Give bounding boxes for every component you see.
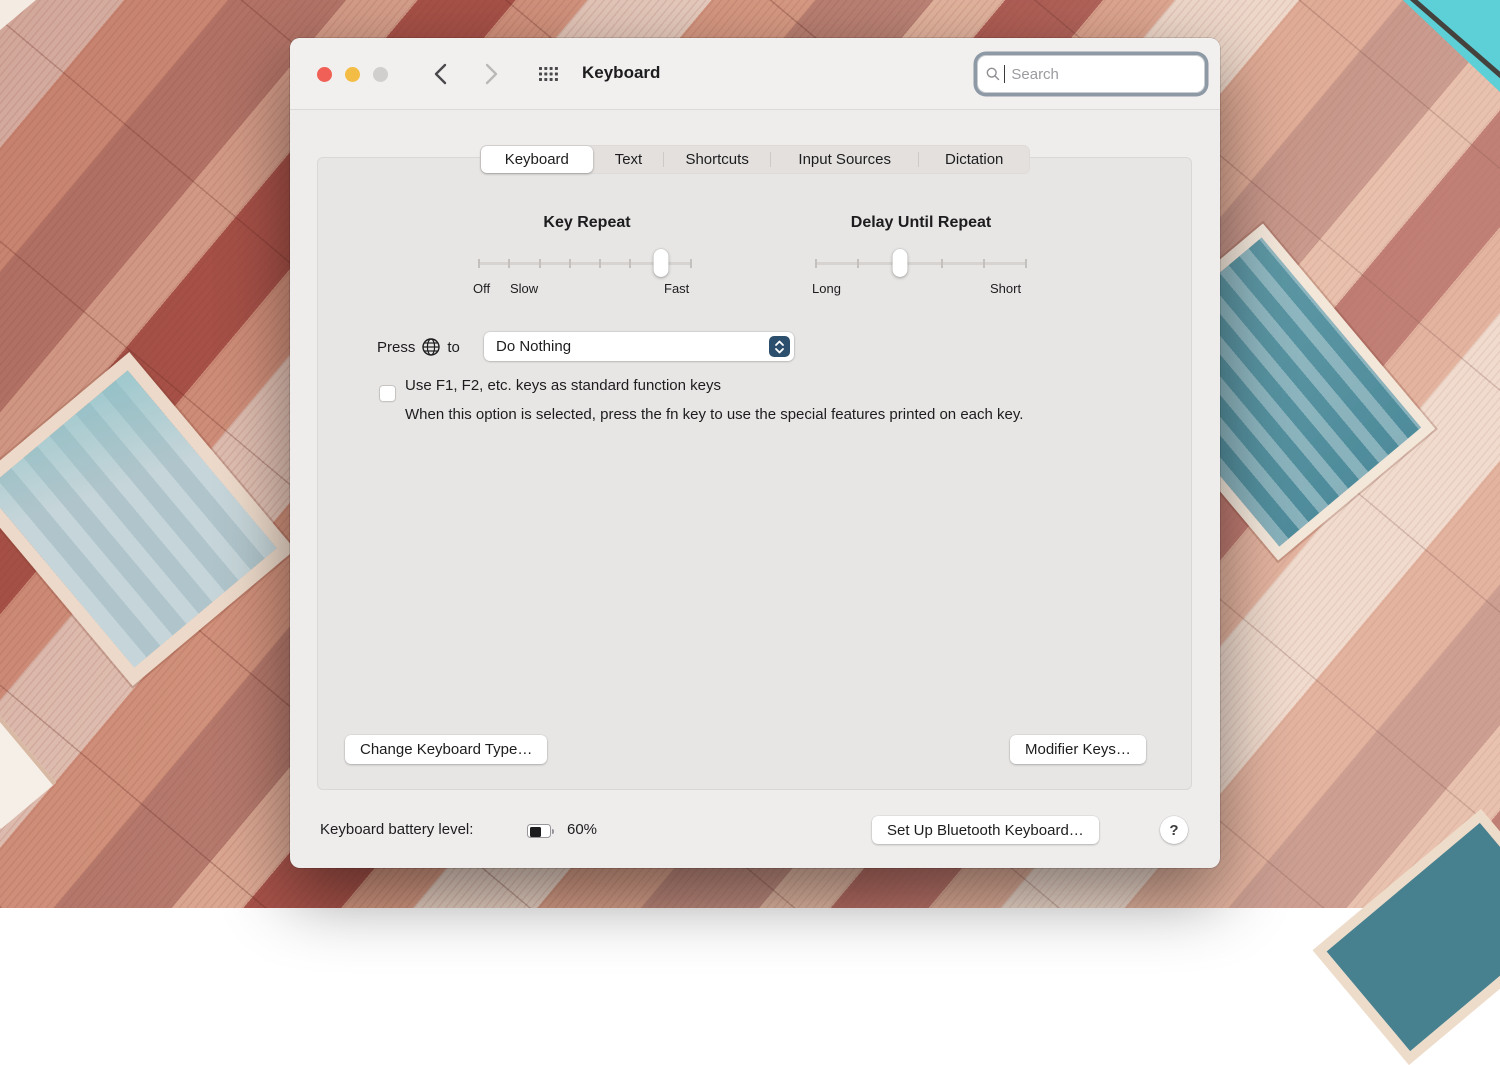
slider-tick xyxy=(569,259,571,268)
change-keyboard-type-button[interactable]: Change Keyboard Type… xyxy=(345,735,547,764)
slider-tick xyxy=(539,259,541,268)
setup-bluetooth-keyboard-button[interactable]: Set Up Bluetooth Keyboard… xyxy=(872,816,1099,844)
slider-tick xyxy=(478,259,480,268)
minimize-button[interactable] xyxy=(345,67,360,82)
key-repeat-slider[interactable] xyxy=(479,249,691,277)
slider-tick xyxy=(599,259,601,268)
press-globe-to-label: Press to xyxy=(377,337,460,357)
search-field[interactable] xyxy=(977,55,1205,93)
slider-tick xyxy=(629,259,631,268)
search-input[interactable] xyxy=(1011,66,1196,83)
fn-keys-checkbox[interactable] xyxy=(379,385,396,402)
key-repeat-off-label: Off xyxy=(473,281,490,296)
keyboard-panel: Key Repeat Delay Until Repeat Off Slow F… xyxy=(317,157,1192,790)
battery-fill xyxy=(530,827,541,837)
tab-label: Text xyxy=(615,151,643,168)
text-cursor xyxy=(1004,65,1005,83)
tab-label: Input Sources xyxy=(798,151,891,168)
tab-label: Shortcuts xyxy=(685,151,748,168)
background-window-glass xyxy=(1327,823,1500,1051)
press-label: Press xyxy=(377,339,415,356)
modifier-keys-button[interactable]: Modifier Keys… xyxy=(1010,735,1146,764)
popup-stepper-icon xyxy=(769,336,790,357)
slider-tick xyxy=(508,259,510,268)
fn-keys-checkbox-label: Use F1, F2, etc. keys as standard functi… xyxy=(405,377,721,394)
globe-action-popup-button[interactable]: Do Nothing xyxy=(484,332,794,361)
slider-tick xyxy=(815,259,817,268)
popup-selected-value: Do Nothing xyxy=(496,338,571,355)
delay-until-repeat-slider[interactable] xyxy=(816,249,1026,277)
delay-long-label: Long xyxy=(812,281,841,296)
background-window-corner-se xyxy=(1313,809,1500,1065)
slider-tick xyxy=(941,259,943,268)
to-label: to xyxy=(447,339,460,356)
keyboard-preferences-window: Keyboard Keyboard Text Shortcuts Input S… xyxy=(290,38,1220,868)
preference-tabs: Keyboard Text Shortcuts Input Sources Di… xyxy=(480,145,1030,174)
tab-text[interactable]: Text xyxy=(594,145,664,174)
key-repeat-slider-thumb[interactable] xyxy=(653,249,668,277)
delay-short-label: Short xyxy=(990,281,1021,296)
search-icon xyxy=(986,66,1000,82)
tab-label: Keyboard xyxy=(505,151,569,168)
window-title: Keyboard xyxy=(582,63,660,83)
tab-label: Dictation xyxy=(945,151,1003,168)
slider-tick xyxy=(1025,259,1027,268)
back-button[interactable] xyxy=(426,60,454,88)
chevron-left-icon xyxy=(436,65,445,83)
tab-shortcuts[interactable]: Shortcuts xyxy=(663,145,771,174)
delay-until-repeat-slider-track[interactable] xyxy=(816,262,1026,265)
background-window-corner-nw xyxy=(0,0,43,40)
background-window-glass xyxy=(0,370,277,667)
key-repeat-title: Key Repeat xyxy=(543,214,630,232)
key-repeat-slow-label: Slow xyxy=(510,281,538,296)
slider-tick xyxy=(690,259,692,268)
delay-until-repeat-title: Delay Until Repeat xyxy=(851,214,991,232)
tab-dictation[interactable]: Dictation xyxy=(918,145,1030,174)
background-sky xyxy=(1392,0,1500,92)
battery-nub xyxy=(552,829,555,834)
battery-body xyxy=(527,824,551,838)
battery-percent: 60% xyxy=(567,821,597,838)
fn-keys-description: When this option is selected, press the … xyxy=(405,404,1120,426)
background-window-corner-sw xyxy=(0,710,56,829)
key-repeat-fast-label: Fast xyxy=(664,281,689,296)
globe-icon xyxy=(421,337,441,357)
close-button[interactable] xyxy=(317,67,332,82)
background-window-left xyxy=(0,352,295,686)
tab-keyboard[interactable]: Keyboard xyxy=(481,146,593,173)
slider-tick xyxy=(857,259,859,268)
forward-button[interactable] xyxy=(477,60,505,88)
titlebar: Keyboard xyxy=(290,38,1220,110)
chevron-right-icon xyxy=(487,65,496,83)
battery-icon xyxy=(527,824,554,838)
show-all-button[interactable] xyxy=(534,60,562,88)
delay-until-repeat-slider-thumb[interactable] xyxy=(893,249,908,277)
slider-tick xyxy=(983,259,985,268)
tab-input-sources[interactable]: Input Sources xyxy=(771,145,918,174)
help-button[interactable]: ? xyxy=(1160,816,1188,844)
battery-level-label: Keyboard battery level: xyxy=(320,821,473,838)
zoom-button[interactable] xyxy=(373,67,388,82)
grid-dots-icon xyxy=(539,67,558,82)
